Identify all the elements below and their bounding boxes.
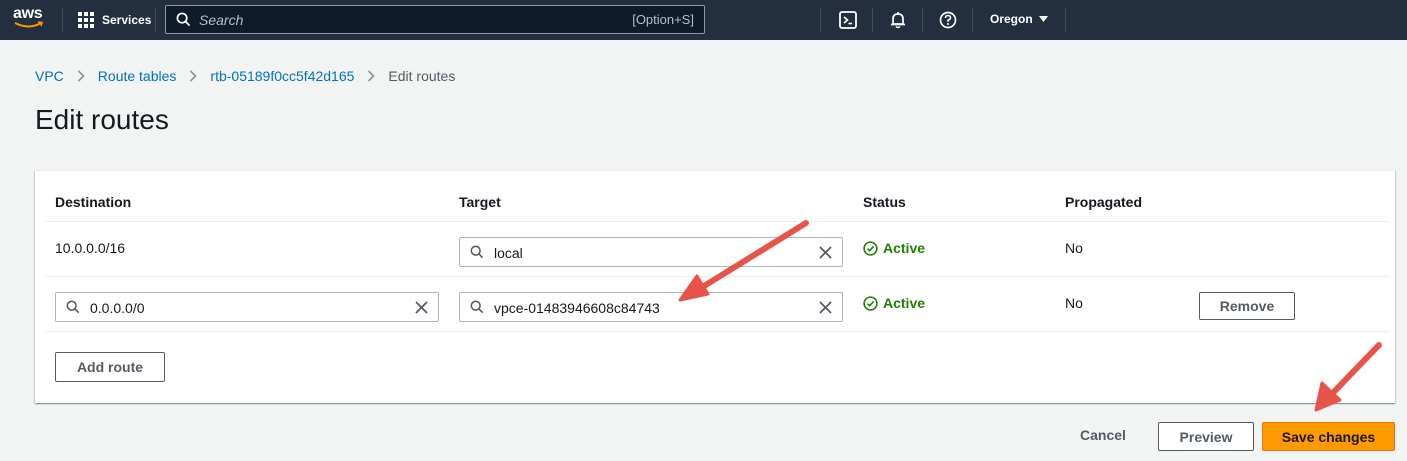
region-label: Oregon [990,12,1033,26]
search-icon [470,245,484,259]
region-selector[interactable]: Oregon [990,12,1048,26]
row-propagated: No [1065,295,1083,311]
caret-down-icon [1038,16,1048,22]
breadcrumb-current: Edit routes [388,68,456,84]
aws-smile-icon [14,21,44,28]
breadcrumb-route-table-id[interactable]: rtb-05189f0cc5f42d165 [210,68,354,84]
cloudshell-icon[interactable] [838,10,858,30]
search-shortcut: [Option+S] [632,12,694,27]
row-propagated: No [1065,240,1083,256]
header-propagated: Propagated [1065,194,1143,210]
nav-divider [1065,8,1066,32]
target-field[interactable]: vpce-01483946608c84743 [459,292,843,322]
breadcrumb-vpc[interactable]: VPC [35,68,64,84]
row-divider [45,221,1390,222]
search-box[interactable]: [Option+S] [165,5,705,34]
search-icon [470,300,484,314]
nav-divider [155,8,156,32]
nav-divider [62,8,63,32]
target-value: local [494,245,523,261]
status-text: Active [883,295,926,311]
save-changes-button[interactable]: Save changes [1262,422,1395,451]
row-destination: 10.0.0.0/16 [55,240,126,256]
nav-divider [922,8,923,32]
header-status: Status [863,194,906,210]
breadcrumb-route-tables[interactable]: Route tables [98,68,177,84]
services-label: Services [102,13,152,27]
add-route-button[interactable]: Add route [55,352,165,382]
destination-value: 0.0.0.0/0 [90,300,145,316]
status-text: Active [883,240,926,256]
header-destination: Destination [55,194,132,210]
breadcrumb: VPC Route tables rtb-05189f0cc5f42d165 E… [35,68,455,84]
top-navigation: aws Services [Option+S] [0,0,1407,40]
header-target: Target [459,194,501,210]
grid-icon [78,12,94,28]
row-divider [45,276,1390,277]
nav-divider [872,8,873,32]
aws-logo[interactable]: aws [13,6,47,32]
search-icon [176,12,191,27]
row-divider [45,331,1390,332]
target-field[interactable]: local [459,237,843,267]
routes-panel: Destination Target Status Propagated 10.… [35,170,1395,403]
bell-icon[interactable] [888,10,908,30]
cancel-button[interactable]: Cancel [1080,427,1126,443]
search-icon [66,300,80,314]
page-title: Edit routes [35,104,169,135]
nav-divider [972,8,973,32]
preview-button[interactable]: Preview [1158,422,1254,451]
target-value: vpce-01483946608c84743 [494,300,660,316]
services-menu[interactable]: Services [78,11,151,29]
help-icon[interactable] [938,10,958,30]
check-circle-icon [863,295,878,311]
chevron-right-icon [77,70,85,82]
remove-button[interactable]: Remove [1199,292,1295,320]
aws-logo-text: aws [13,5,43,22]
nav-divider [820,8,821,32]
chevron-right-icon [367,70,376,82]
status-badge: Active [863,240,925,256]
clear-icon[interactable] [415,301,428,314]
clear-icon[interactable] [819,301,832,314]
destination-field[interactable]: 0.0.0.0/0 [55,292,439,322]
clear-icon[interactable] [819,246,832,259]
status-badge: Active [863,295,925,311]
check-circle-icon [863,240,878,256]
search-input[interactable] [199,11,579,28]
chevron-right-icon [189,70,198,82]
